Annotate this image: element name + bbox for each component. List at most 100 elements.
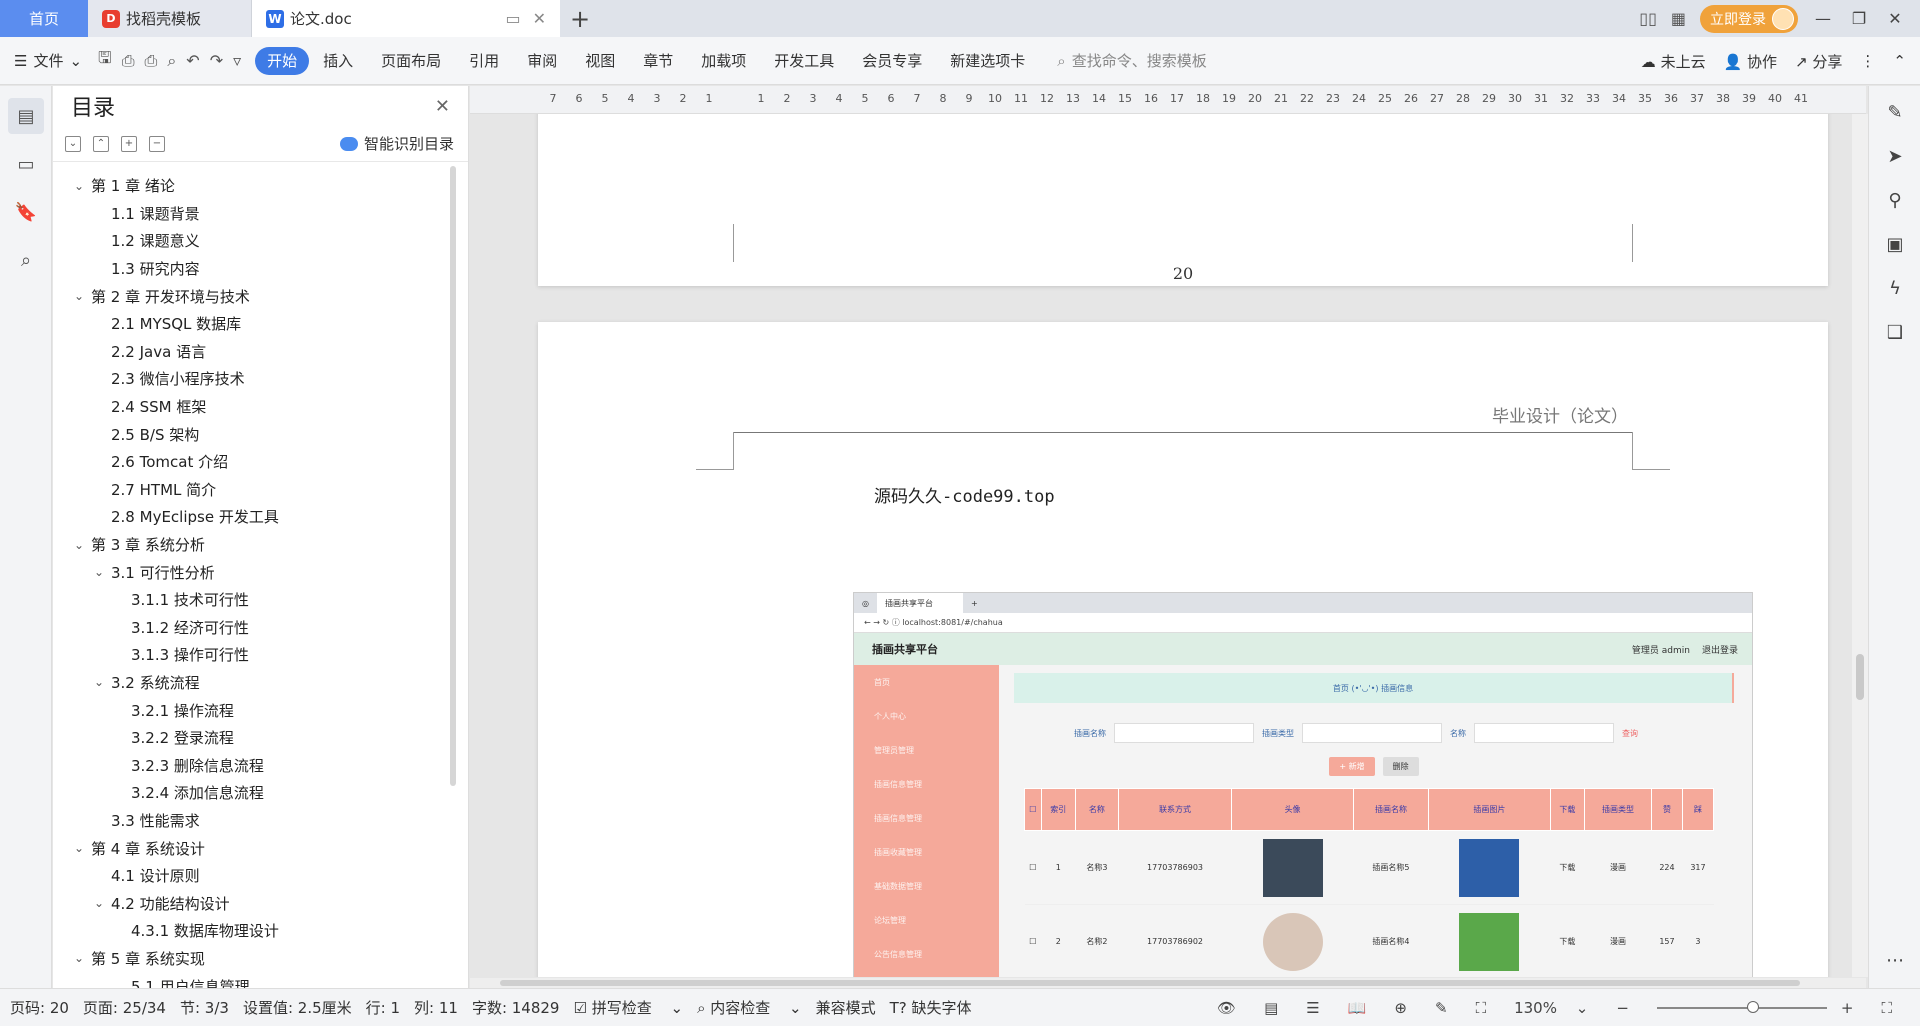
write-view-icon[interactable]: ✎ [1435,999,1448,1017]
eye-icon[interactable]: 👁 [1217,999,1236,1017]
ribbon-tab[interactable]: 开发工具 [760,47,848,75]
page[interactable]: 毕业设计（论文） 源码久久-code99.top ◎ 插画共享平台 + ← → … [538,322,1828,977]
minimize-icon[interactable]: — [1812,9,1834,28]
login-button[interactable]: 立即登录 [1700,4,1798,33]
image-tools-icon[interactable]: ▣ [1869,222,1920,266]
horizontal-scrollbar[interactable] [470,978,1866,988]
chevron-down-icon[interactable]: ⌄ [71,538,87,552]
smart-toc-button[interactable]: 智能识别目录 [339,133,454,154]
print-preview-icon[interactable]: ⌕ [167,51,176,71]
ribbon-tab[interactable]: 开始 [255,46,310,75]
toc-item[interactable]: ⌄ 3.1 可行性分析 [53,558,449,586]
toc-item[interactable]: 2.7 HTML 简介 [53,476,449,504]
fit-icon[interactable]: ⛶ [1476,999,1487,1017]
customize-icon[interactable]: ▿ [233,51,241,70]
ruler[interactable]: 7 6 5 4 3 2 1 1 2 3 4 5 6 7 8 9 10 11 12 13 14 15 16 17 18 19 20 21… [470,86,1866,114]
ribbon-tab[interactable]: 视图 [571,47,629,75]
chevron-down-icon[interactable]: ⌄ [71,951,87,965]
toc-item[interactable]: ⌄ 第 1 章 绪论 [53,172,449,200]
expand-all-icon[interactable]: ⌄ [65,135,81,152]
close-tab-icon[interactable]: ✕ [533,9,546,28]
ribbon-tab[interactable]: 插入 [309,47,367,75]
toc-item[interactable]: ⌄ 第 5 章 系统实现 [53,945,449,973]
restore-icon[interactable]: ❐ [1848,9,1870,28]
collab-button[interactable]: 👤 协作 [1724,51,1777,72]
float-window-icon[interactable]: ▭ [505,9,520,28]
ribbon-tab[interactable]: 引用 [455,47,513,75]
add-heading-icon[interactable]: + [121,135,137,152]
toc-item[interactable]: 1.3 研究内容 [53,255,449,283]
ribbon-tab[interactable]: 章节 [629,47,687,75]
spell-check[interactable]: ☑ 拼写检查 ⌄ [573,997,683,1018]
toc-item[interactable]: 3.3 性能需求 [53,807,449,835]
save-icon[interactable]: 🖫 [98,47,112,74]
collapse-all-icon[interactable]: ⌃ [93,135,109,152]
page[interactable]: 20 [538,114,1828,286]
toc-item[interactable]: ⌄ 第 2 章 开发环境与技术 [53,282,449,310]
missing-font[interactable]: T? 缺失字体 [890,997,986,1018]
page-view-icon[interactable]: ▤ [1264,999,1278,1017]
more-options-icon[interactable]: ⋯ [1869,938,1920,982]
adjust-icon[interactable]: ⚲ [1869,178,1920,222]
command-search[interactable]: ⌕ 查找命令、搜索模板 [1057,50,1206,71]
chevron-down-icon[interactable]: ⌄ [71,179,87,193]
toc-item[interactable]: ⌄ 4.2 功能结构设计 [53,889,449,917]
lightning-icon[interactable]: ϟ [1869,266,1920,310]
ribbon-tab[interactable]: 页面布局 [367,47,455,75]
zoom-in-icon[interactable]: + [1841,999,1854,1017]
print-icon[interactable]: ⎙ [145,51,158,71]
toc-item[interactable]: ⌄ 第 3 章 系统分析 [53,531,449,559]
book-icon[interactable]: ❑ [1869,310,1920,354]
tab-document[interactable]: W 论文.doc ▭ ✕ [252,0,560,37]
toc-scrollbar[interactable] [450,166,456,786]
toc-item[interactable]: 2.8 MyEclipse 开发工具 [53,503,449,531]
toc-item[interactable]: 4.1 设计原则 [53,862,449,890]
zoom-knob[interactable] [1746,1001,1759,1013]
chevron-down-icon[interactable]: ⌄ [71,841,87,855]
ribbon-tab[interactable]: 加载项 [687,47,760,75]
read-view-icon[interactable]: 📖 [1348,999,1367,1017]
layout-icon[interactable]: ▯▯ [1639,9,1657,28]
toc-item[interactable]: 3.2.1 操作流程 [53,696,449,724]
ribbon-tab[interactable]: 新建选项卡 [936,47,1039,75]
chevron-down-icon[interactable]: ⌄ [91,896,107,910]
tab-home[interactable]: 首页 [0,0,88,37]
ribbon-tab[interactable]: 会员专享 [848,47,936,75]
grid-apps-icon[interactable]: ▦ [1671,9,1686,28]
chevron-down-icon[interactable]: ⌄ [91,675,107,689]
toc-item[interactable]: 2.6 Tomcat 介绍 [53,448,449,476]
zoom-level[interactable]: 130% ⌄ [1514,999,1588,1017]
redo-icon[interactable]: ↷ [210,51,223,70]
zoom-slider[interactable] [1656,1001,1827,1013]
scroll-thumb[interactable] [1856,654,1864,700]
vertical-scrollbar[interactable] [1852,114,1868,977]
toc-item[interactable]: 3.1.1 技术可行性 [53,586,449,614]
export-pdf-icon[interactable]: ⎙ [122,51,135,71]
file-menu[interactable]: ☰ 文件 ⌄ [14,50,82,71]
toc-item[interactable]: 3.2.4 添加信息流程 [53,779,449,807]
collapse-ribbon-icon[interactable]: ⌃ [1893,52,1906,70]
toc-item[interactable]: 1.1 课题背景 [53,200,449,228]
zoom-out-icon[interactable]: − [1616,999,1629,1017]
chevron-down-icon[interactable]: ⌄ [71,289,87,303]
fullscreen-icon[interactable]: ⛶ [1881,999,1892,1017]
toc-item[interactable]: 3.1.3 操作可行性 [53,641,449,669]
edit-pen-icon[interactable]: ✎ [1869,90,1920,134]
toc-item[interactable]: 2.3 微信小程序技术 [53,365,449,393]
find-icon[interactable]: ⌕ [8,242,44,278]
toc-item[interactable]: ⌄ 第 4 章 系统设计 [53,834,449,862]
new-tab-button[interactable]: + [560,0,600,37]
toc-item[interactable]: 2.5 B/S 架构 [53,420,449,448]
tab-template[interactable]: D 找稻壳模板 [88,0,252,37]
toc-icon[interactable]: ▤ [8,98,44,134]
undo-icon[interactable]: ↶ [186,51,199,70]
toc-item[interactable]: ⌄ 3.2 系统流程 [53,669,449,697]
toc-item[interactable]: 1.2 课题意义 [53,227,449,255]
content-check[interactable]: ⌕ 内容检查 ⌄ [697,997,802,1018]
bookmark-icon[interactable]: 🔖 [8,194,44,230]
select-cursor-icon[interactable]: ➤ [1869,134,1920,178]
chapter-nav-icon[interactable]: ▭ [8,146,44,182]
embedded-screenshot[interactable]: ◎ 插画共享平台 + ← → ↻ ⓘ localhost:8081/#/chah… [853,592,1753,977]
toc-item[interactable]: 3.2.3 删除信息流程 [53,751,449,779]
scroll-thumb[interactable] [500,980,1800,986]
